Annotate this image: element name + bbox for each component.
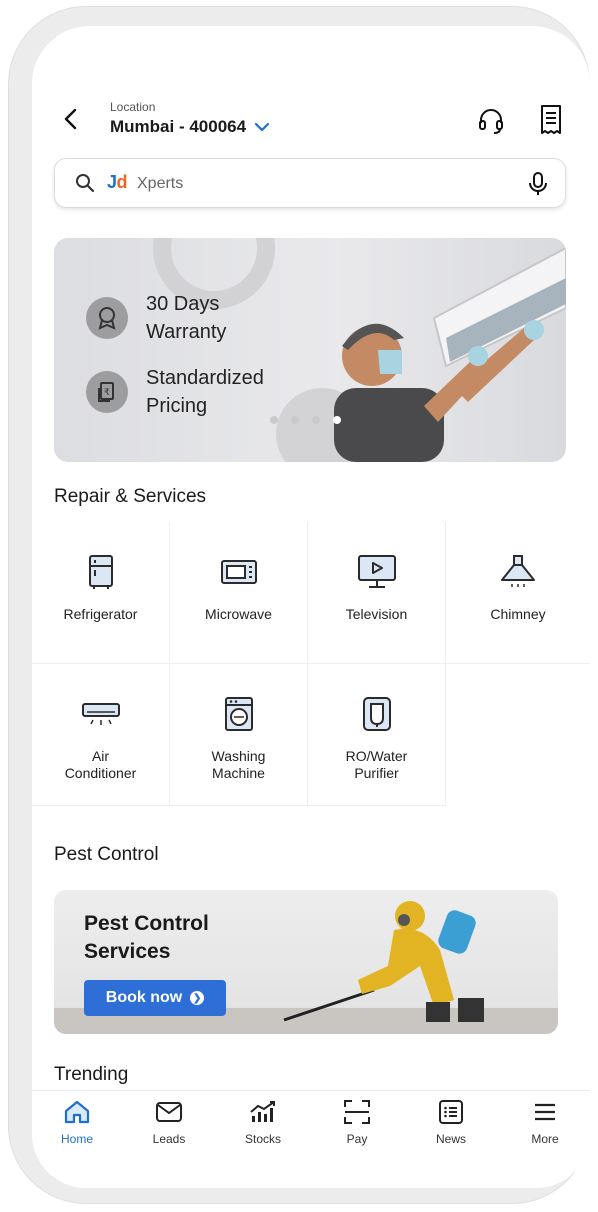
- microphone-icon[interactable]: [527, 171, 549, 197]
- warranty-line2: Warranty: [146, 321, 227, 343]
- search-bar[interactable]: Jd Xperts: [54, 158, 566, 208]
- service-label: Television: [345, 606, 408, 622]
- svg-text:₹: ₹: [104, 387, 110, 397]
- chimney-icon: [498, 552, 538, 592]
- pricing-line2: Pricing: [146, 395, 208, 417]
- nav-label: Home: [60, 1132, 93, 1146]
- news-icon: [436, 1097, 466, 1127]
- section-title-pest-control: Pest Control: [54, 844, 159, 865]
- support-button[interactable]: [476, 106, 506, 136]
- carousel-dot[interactable]: [291, 416, 299, 424]
- headset-icon: [479, 109, 503, 134]
- service-tile-washing-machine[interactable]: Washing Machine: [170, 664, 308, 806]
- banner-feature-pricing: ₹ Standardized Pricing: [86, 364, 264, 420]
- location-selector[interactable]: Mumbai - 400064: [110, 117, 270, 137]
- award-badge-icon: [86, 297, 128, 339]
- nav-label: Stocks: [244, 1132, 281, 1146]
- service-tile-water-purifier[interactable]: RO/Water Purifier: [308, 664, 446, 806]
- nav-home[interactable]: Home: [42, 1097, 112, 1146]
- carousel-dot-active[interactable]: [333, 416, 341, 424]
- nav-pay[interactable]: Pay: [322, 1097, 392, 1146]
- service-tile-refrigerator[interactable]: Refrigerator: [32, 522, 170, 664]
- nav-stocks[interactable]: Stocks: [228, 1097, 298, 1146]
- service-label: Refrigerator: [63, 606, 138, 622]
- television-icon: [357, 552, 397, 592]
- search-icon: [76, 174, 95, 193]
- banner-feature-warranty: 30 Days Warranty: [86, 290, 226, 346]
- nav-more[interactable]: More: [510, 1097, 580, 1146]
- service-label: Chimney: [490, 606, 546, 622]
- chevron-down-icon: [254, 122, 270, 132]
- justdial-logo: Jd: [107, 172, 128, 192]
- section-title-repair: Repair & Services: [54, 486, 207, 507]
- microwave-icon: [219, 552, 259, 592]
- service-tile-air-conditioner[interactable]: Air Conditioner: [32, 664, 170, 806]
- pest-banner-title: Pest Control Services: [84, 912, 209, 963]
- search-placeholder: Xperts: [137, 175, 184, 192]
- app-screen: Location Mumbai - 400064 Jd Xperts 30 Da…: [32, 26, 590, 1188]
- refrigerator-icon: [81, 552, 121, 592]
- nav-news[interactable]: News: [416, 1097, 486, 1146]
- air-conditioner-icon: [81, 694, 121, 734]
- home-icon: [62, 1097, 92, 1127]
- nav-leads[interactable]: Leads: [134, 1097, 204, 1146]
- water-purifier-icon: [357, 694, 397, 734]
- service-label: Microwave: [205, 606, 272, 622]
- nav-label: Leads: [152, 1132, 186, 1146]
- pest-worker-illustration: [283, 901, 484, 1022]
- stocks-chart-icon: [248, 1097, 278, 1127]
- service-label: RO/Water Purifier: [345, 748, 408, 781]
- bottom-navigation: Home Leads Stocks Pay News More: [32, 1090, 590, 1188]
- section-title-trending: Trending: [54, 1064, 129, 1085]
- back-button[interactable]: [56, 104, 86, 134]
- nav-label: Pay: [346, 1132, 368, 1146]
- menu-icon: [530, 1097, 560, 1127]
- book-now-button[interactable]: Book now ❯: [84, 980, 226, 1016]
- orders-button[interactable]: [538, 104, 564, 136]
- receipt-icon: [541, 105, 561, 134]
- service-label: Washing Machine: [211, 748, 266, 781]
- pricing-line1: Standardized: [146, 367, 264, 389]
- warranty-line1: 30 Days: [146, 293, 220, 315]
- air-conditioner-illustration: [432, 246, 566, 368]
- price-tag-icon: ₹: [86, 371, 128, 413]
- service-tile-television[interactable]: Television: [308, 522, 446, 664]
- location-value: Mumbai - 400064: [110, 117, 247, 136]
- mail-icon: [154, 1097, 184, 1127]
- pest-control-banner[interactable]: Pest Control Services Book now ❯: [54, 890, 558, 1034]
- service-tile-microwave[interactable]: Microwave: [170, 522, 308, 664]
- back-arrow-icon: [64, 108, 77, 130]
- carousel-indicator: [270, 416, 341, 424]
- service-tile-chimney[interactable]: Chimney: [446, 522, 590, 664]
- promo-banner[interactable]: 30 Days Warranty ₹ Standardized Pricing: [54, 238, 566, 462]
- scan-icon: [342, 1097, 372, 1127]
- arrow-right-icon: ❯: [190, 991, 205, 1005]
- book-now-label: Book now: [105, 989, 183, 1006]
- nav-label: News: [435, 1132, 466, 1146]
- nav-label: More: [531, 1132, 559, 1146]
- carousel-dot[interactable]: [312, 416, 320, 424]
- washing-machine-icon: [219, 694, 259, 734]
- service-label: Air Conditioner: [64, 748, 137, 781]
- carousel-dot[interactable]: [270, 416, 278, 424]
- banner-background: [153, 238, 566, 462]
- location-label: Location: [110, 100, 156, 114]
